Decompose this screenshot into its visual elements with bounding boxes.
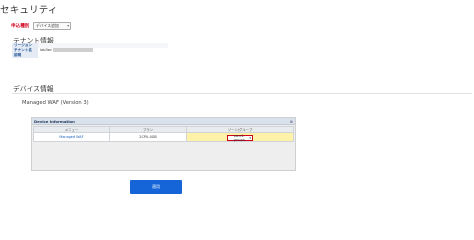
menu-cell: Managed WAF — [33, 132, 110, 142]
plan-cell: 2CPU-4GB — [109, 132, 187, 142]
tenant-value — [38, 53, 168, 58]
device-table: メニュー プラン ゾーン/グループ Managed WAF 2CPU-4GB z… — [33, 126, 294, 142]
application-type-label: 申込種別 — [11, 24, 30, 29]
zone-cell: zone1-groupa ▾ — [186, 132, 294, 142]
tenant-info-table: リージョン テナント名 lab3ec 説明 — [12, 43, 168, 58]
tenant-key: 説明 — [12, 53, 38, 58]
table-row: Managed WAF 2CPU-4GB zone1-groupa ▾ — [33, 132, 294, 142]
tenant-row-description: 説明 — [12, 53, 168, 58]
chevron-down-icon: ▾ — [249, 135, 251, 140]
panel-title: Device Information — [34, 119, 75, 124]
close-icon[interactable]: ⊗ — [290, 119, 293, 124]
tenant-name-value: lab3ec — [40, 48, 52, 52]
apply-button[interactable]: 適用 — [130, 180, 182, 194]
device-info-heading: デバイス情報 — [13, 85, 54, 93]
page-title: セキュリティ — [0, 5, 58, 16]
redacted-block — [53, 48, 94, 52]
panel-header: Device Information ⊗ — [32, 118, 295, 125]
zone-group-value: zone1-groupa — [233, 133, 245, 142]
chevron-down-icon: ▾ — [67, 24, 69, 28]
divider — [12, 93, 472, 94]
application-type-select[interactable]: デバイス追加 ▾ — [33, 22, 71, 30]
device-information-panel: Device Information ⊗ メニュー プラン ゾーン/グループ M… — [31, 117, 296, 171]
zone-group-select[interactable]: zone1-groupa ▾ — [227, 133, 253, 142]
device-subheading: Managed WAF (Version 3) — [22, 100, 89, 106]
application-type-value: デバイス追加 — [36, 23, 59, 28]
